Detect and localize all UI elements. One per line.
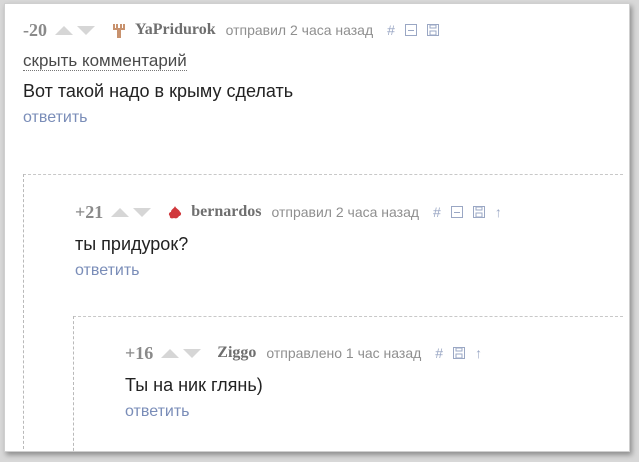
comment-author[interactable]: bernardos — [191, 203, 261, 221]
vote-controls — [111, 207, 155, 217]
pitchfork-avatar-icon[interactable] — [111, 22, 127, 38]
reply-link[interactable]: ответить — [125, 403, 190, 421]
comment-header: -20 YaPridurok отправил 2 часа назад # — [23, 18, 623, 42]
downvote-arrow-icon[interactable] — [77, 25, 95, 35]
hash-link-icon[interactable]: # — [387, 22, 395, 38]
hash-link-icon[interactable]: # — [433, 204, 441, 220]
comment-text: ты придурок? — [75, 234, 189, 254]
comment-timestamp[interactable]: отправил 2 часа назад — [226, 22, 374, 38]
thread-divider — [23, 174, 623, 175]
thread-divider — [73, 316, 623, 317]
upvote-arrow-icon[interactable] — [111, 207, 130, 217]
comment: +16 Ziggo отправлено 1 час назад # ↑ Ты … — [125, 341, 623, 421]
parent-arrow-icon[interactable]: ↑ — [495, 204, 502, 220]
thread-indent-line — [73, 316, 74, 451]
vote-controls — [55, 25, 99, 35]
comment-text: Ты на ник глянь) — [125, 375, 263, 395]
comment-tools: # — [387, 22, 439, 38]
save-icon[interactable] — [472, 206, 485, 218]
reply-link[interactable]: ответить — [23, 109, 88, 127]
comment-author[interactable]: YaPridurok — [135, 21, 216, 39]
reply-link[interactable]: ответить — [75, 262, 140, 280]
comment-tools: # ↑ — [435, 345, 482, 361]
comment-header: +21 bernardos отправил 2 часа назад # ↑ — [75, 200, 623, 224]
save-icon[interactable] — [426, 24, 439, 36]
comment-timestamp[interactable]: отправлено 1 час назад — [266, 345, 421, 361]
upvote-arrow-icon[interactable] — [161, 348, 180, 358]
comment-text: Вот такой надо в крыму сделать — [23, 81, 294, 101]
upvote-arrow-icon[interactable] — [55, 25, 73, 35]
parent-arrow-icon[interactable]: ↑ — [475, 345, 482, 361]
downvote-arrow-icon[interactable] — [183, 348, 202, 358]
collapse-icon[interactable] — [404, 24, 417, 36]
collapse-icon[interactable] — [450, 206, 463, 218]
comment: +21 bernardos отправил 2 часа назад # ↑ — [75, 200, 623, 280]
comment-rating: +21 — [75, 201, 104, 222]
thread-indent-line — [23, 174, 24, 451]
comment-header: +16 Ziggo отправлено 1 час назад # ↑ — [125, 341, 623, 365]
blood-splat-avatar-icon[interactable] — [167, 204, 183, 220]
comment: -20 YaPridurok отправил 2 часа назад # с… — [23, 18, 623, 127]
comment-tools: # ↑ — [433, 204, 502, 220]
screenshot-frame: -20 YaPridurok отправил 2 часа назад # с… — [4, 3, 630, 452]
vote-controls — [161, 348, 205, 358]
comment-author[interactable]: Ziggo — [217, 344, 256, 362]
save-icon[interactable] — [453, 347, 466, 359]
downvote-arrow-icon[interactable] — [133, 207, 152, 217]
comment-timestamp[interactable]: отправил 2 часа назад — [272, 204, 420, 220]
comment-rating: -20 — [23, 19, 47, 40]
comment-rating: +16 — [125, 342, 154, 363]
hash-link-icon[interactable]: # — [435, 345, 443, 361]
hide-comment-link[interactable]: скрыть комментарий — [23, 52, 187, 71]
